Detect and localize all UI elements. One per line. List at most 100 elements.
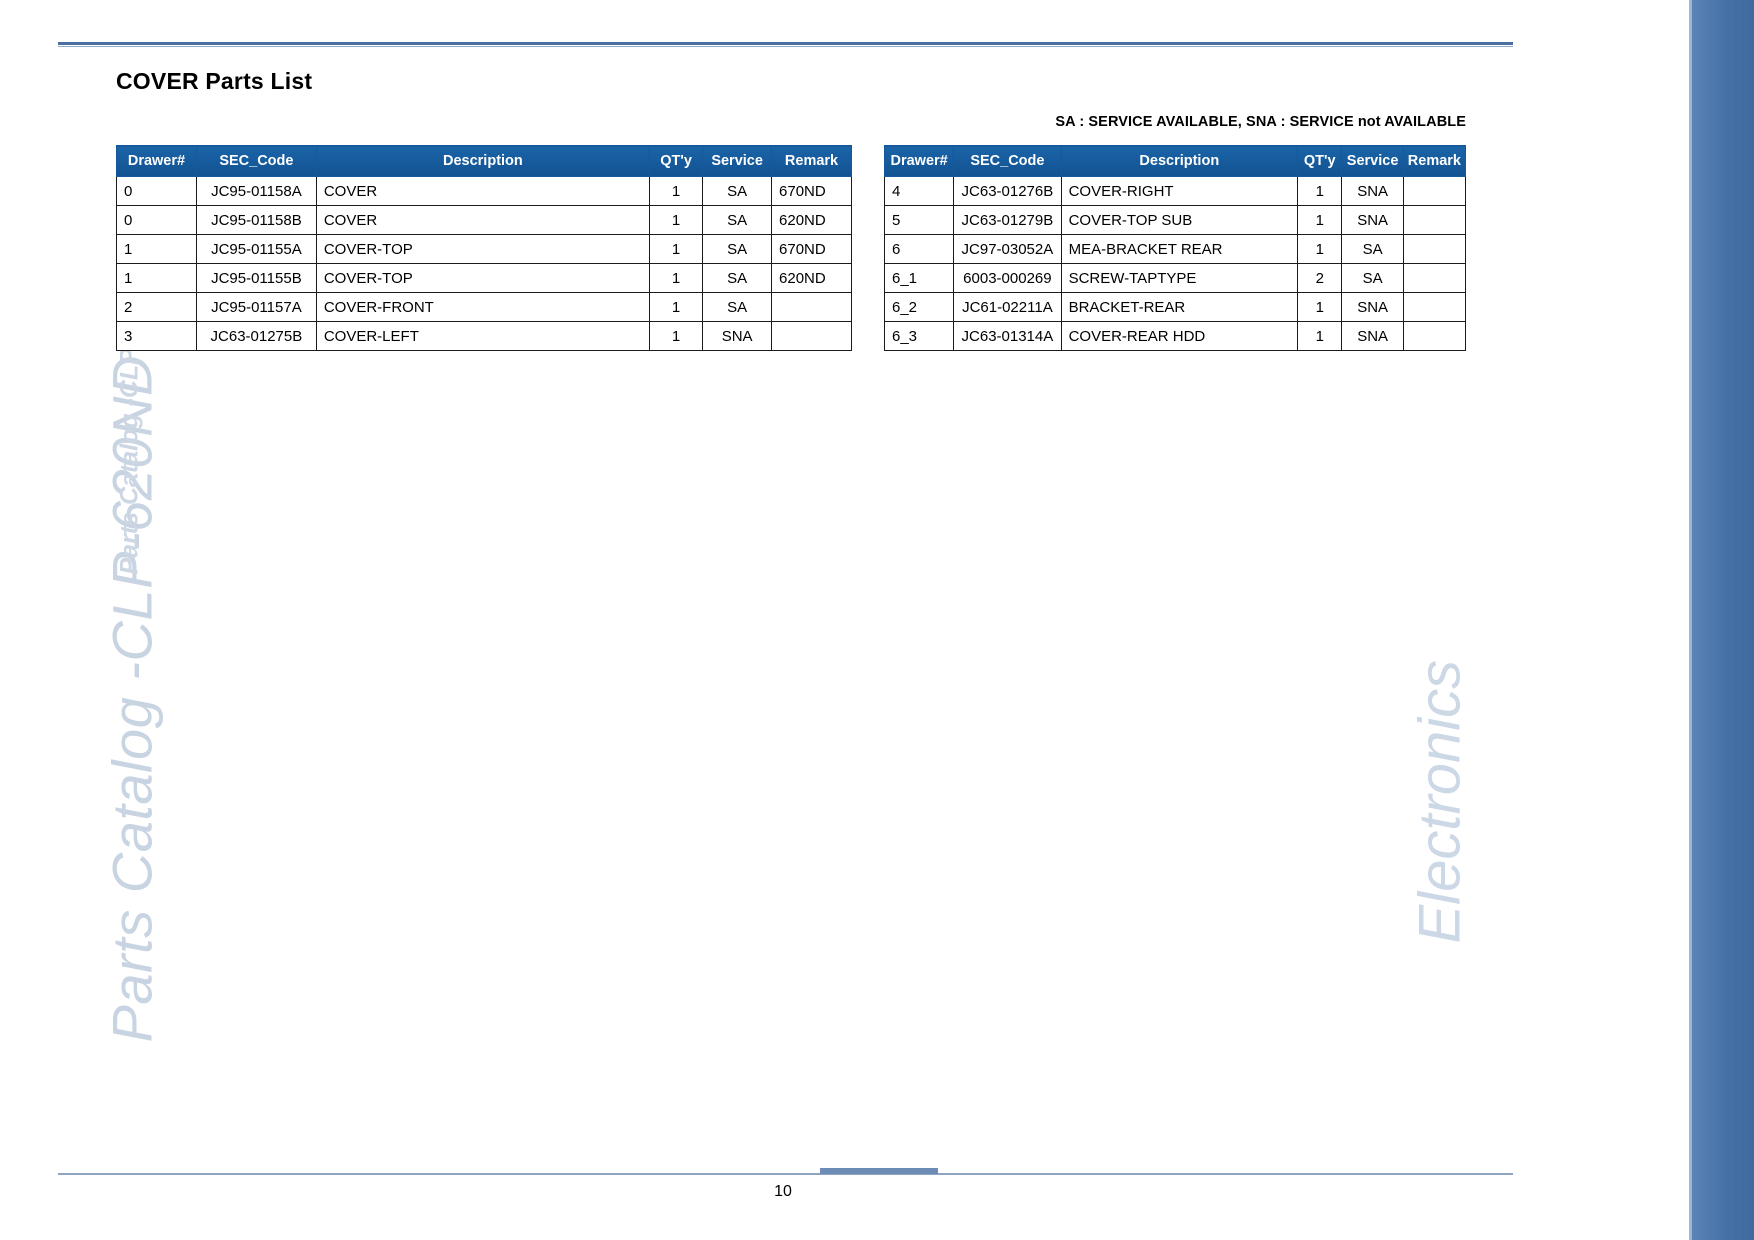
- cell-service: SA: [702, 234, 773, 264]
- cell-description: COVER: [315, 176, 650, 206]
- cell-drawer: 5: [883, 205, 955, 235]
- col-header-service: Service: [1341, 145, 1404, 177]
- cell-remark: [1402, 205, 1467, 235]
- cell-description: COVER-TOP SUB: [1060, 205, 1299, 235]
- table-row: 0 JC95-01158B COVER 1 SA 620ND: [116, 205, 852, 235]
- table-row: 2 JC95-01157A COVER-FRONT 1 SA: [116, 292, 852, 322]
- cell-service: SA: [702, 292, 773, 322]
- footer-divider: [58, 1173, 1513, 1175]
- table-row: 6 JC97-03052A MEA-BRACKET REAR 1 SA: [883, 234, 1467, 264]
- cell-drawer: 2: [116, 292, 197, 322]
- cell-drawer: 6: [883, 234, 955, 264]
- col-header-qty: QT'y: [648, 145, 704, 177]
- cell-sec-code: 6003-000269: [953, 263, 1062, 293]
- cell-remark: [1402, 263, 1467, 293]
- page-canvas: Parts Catalog -CLP-620ND Parts Catalog -…: [0, 0, 1754, 1240]
- cell-remark: [1402, 234, 1467, 264]
- cell-description: COVER-FRONT: [315, 292, 650, 322]
- cell-remark: [1402, 292, 1467, 322]
- cell-remark: [771, 321, 852, 351]
- table-row: 6_3 JC63-01314A COVER-REAR HDD 1 SNA: [883, 321, 1467, 351]
- cell-drawer: 6_2: [883, 292, 955, 322]
- cell-qty: 1: [1297, 321, 1343, 351]
- cell-sec-code: JC95-01158B: [195, 205, 317, 235]
- page-number: 10: [774, 1183, 792, 1200]
- cell-sec-code: JC97-03052A: [953, 234, 1062, 264]
- cell-sec-code: JC95-01155B: [195, 263, 317, 293]
- table-row: 0 JC95-01158A COVER 1 SA 670ND: [116, 176, 852, 206]
- cell-remark: 620ND: [771, 205, 852, 235]
- parts-tables-container: Drawer# SEC_Code Description QT'y Servic…: [0, 0, 1754, 1240]
- table-header-row: Drawer# SEC_Code Description QT'y Servic…: [116, 145, 852, 177]
- table-row: 6_1 6003-000269 SCREW-TAPTYPE 2 SA: [883, 263, 1467, 293]
- cell-remark: [771, 292, 852, 322]
- table-row: 1 JC95-01155B COVER-TOP 1 SA 620ND: [116, 263, 852, 293]
- cell-service: SNA: [1341, 176, 1404, 206]
- cell-description: MEA-BRACKET REAR: [1060, 234, 1299, 264]
- table-header-row: Drawer# SEC_Code Description QT'y Servic…: [883, 145, 1467, 177]
- col-header-remark: Remark: [771, 145, 852, 177]
- cell-qty: 2: [1297, 263, 1343, 293]
- cell-qty: 1: [648, 176, 704, 206]
- col-header-description: Description: [1060, 145, 1299, 177]
- col-header-service: Service: [702, 145, 773, 177]
- col-header-drawer: Drawer#: [116, 145, 197, 177]
- cell-service: SA: [702, 263, 773, 293]
- cell-drawer: 6_3: [883, 321, 955, 351]
- cell-description: BRACKET-REAR: [1060, 292, 1299, 322]
- cell-remark: [1402, 321, 1467, 351]
- col-header-remark: Remark: [1402, 145, 1467, 177]
- cell-qty: 1: [648, 263, 704, 293]
- cell-service: SA: [702, 176, 773, 206]
- col-header-drawer: Drawer#: [883, 145, 955, 177]
- cell-remark: 670ND: [771, 234, 852, 264]
- cell-qty: 1: [1297, 205, 1343, 235]
- cell-sec-code: JC95-01155A: [195, 234, 317, 264]
- cell-qty: 1: [648, 234, 704, 264]
- cell-sec-code: JC95-01158A: [195, 176, 317, 206]
- cell-qty: 1: [648, 292, 704, 322]
- parts-table-right: Drawer# SEC_Code Description QT'y Servic…: [883, 145, 1467, 351]
- footer-tab-marker: [820, 1168, 938, 1174]
- cell-drawer: 0: [116, 176, 197, 206]
- cell-drawer: 4: [883, 176, 955, 206]
- cell-sec-code: JC63-01276B: [953, 176, 1062, 206]
- table-row: 4 JC63-01276B COVER-RIGHT 1 SNA: [883, 176, 1467, 206]
- cell-service: SNA: [702, 321, 773, 351]
- cell-service: SNA: [1341, 292, 1404, 322]
- cell-service: SA: [702, 205, 773, 235]
- cell-service: SNA: [1341, 321, 1404, 351]
- cell-description: COVER: [315, 205, 650, 235]
- cell-description: COVER-TOP: [315, 234, 650, 264]
- cell-description: COVER-LEFT: [315, 321, 650, 351]
- parts-table-left: Drawer# SEC_Code Description QT'y Servic…: [116, 145, 852, 351]
- table-row: 1 JC95-01155A COVER-TOP 1 SA 670ND: [116, 234, 852, 264]
- cell-drawer: 1: [116, 234, 197, 264]
- cell-description: COVER-TOP: [315, 263, 650, 293]
- cell-description: COVER-RIGHT: [1060, 176, 1299, 206]
- cell-drawer: 6_1: [883, 263, 955, 293]
- cell-qty: 1: [1297, 176, 1343, 206]
- cell-sec-code: JC63-01314A: [953, 321, 1062, 351]
- cell-qty: 1: [648, 205, 704, 235]
- cell-remark: 620ND: [771, 263, 852, 293]
- cell-qty: 1: [648, 321, 704, 351]
- table-row: 3 JC63-01275B COVER-LEFT 1 SNA: [116, 321, 852, 351]
- cell-service: SA: [1341, 263, 1404, 293]
- cell-service: SNA: [1341, 205, 1404, 235]
- cell-sec-code: JC63-01275B: [195, 321, 317, 351]
- cell-service: SA: [1341, 234, 1404, 264]
- cell-drawer: 1: [116, 263, 197, 293]
- col-header-sec-code: SEC_Code: [195, 145, 317, 177]
- cell-description: SCREW-TAPTYPE: [1060, 263, 1299, 293]
- cell-drawer: 0: [116, 205, 197, 235]
- table-row: 5 JC63-01279B COVER-TOP SUB 1 SNA: [883, 205, 1467, 235]
- cell-qty: 1: [1297, 292, 1343, 322]
- table-row: 6_2 JC61-02211A BRACKET-REAR 1 SNA: [883, 292, 1467, 322]
- col-header-description: Description: [315, 145, 650, 177]
- cell-sec-code: JC63-01279B: [953, 205, 1062, 235]
- cell-remark: 670ND: [771, 176, 852, 206]
- cell-qty: 1: [1297, 234, 1343, 264]
- cell-remark: [1402, 176, 1467, 206]
- cell-drawer: 3: [116, 321, 197, 351]
